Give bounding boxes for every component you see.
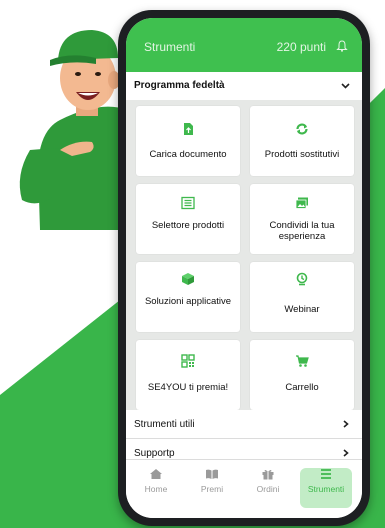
tile-label: Soluzioni applicative: [144, 296, 232, 307]
program-select-value: Programma fedeltà: [134, 80, 225, 91]
chevron-right-icon: [343, 449, 349, 457]
refresh-icon: [296, 123, 308, 135]
tile-soluzioni-applicative[interactable]: Soluzioni applicative: [136, 262, 240, 332]
tile-label: Webinar: [284, 304, 320, 315]
tile-label: Carrello: [285, 382, 319, 393]
tile-carica-documento[interactable]: Carica documento: [136, 106, 240, 176]
tile-condividi-esperienza[interactable]: Condividi la tua esperienza: [250, 184, 354, 254]
nav-label: Strumenti: [307, 484, 345, 494]
phone-frame: Strumenti 220 punti Programma fedeltà Ca…: [118, 10, 370, 526]
tile-label: Prodotti sostitutivi: [264, 149, 340, 160]
book-icon: [206, 469, 218, 479]
nav-premi[interactable]: Premi: [188, 468, 236, 508]
row-strumenti-utili[interactable]: Strumenti utili: [126, 410, 362, 439]
cart-icon: [296, 355, 309, 367]
nav-label: Ordini: [256, 484, 280, 494]
bottom-nav: Home Premi Ordini Strumenti: [126, 459, 362, 518]
gift-icon: [262, 469, 274, 480]
webinar-icon: [296, 272, 308, 286]
chevron-right-icon: [343, 420, 349, 428]
program-select[interactable]: Programma fedeltà: [126, 72, 362, 101]
tile-label: SE4YOU ti premia!: [147, 382, 229, 393]
home-icon: [150, 469, 162, 479]
points-badge[interactable]: 220 punti: [277, 40, 326, 54]
tile-webinar[interactable]: Webinar: [250, 262, 354, 332]
app-header: Strumenti 220 punti: [126, 18, 362, 72]
row-label: Strumenti utili: [134, 419, 195, 430]
phone-screen: Strumenti 220 punti Programma fedeltà Ca…: [126, 18, 362, 518]
nav-ordini[interactable]: Ordini: [244, 468, 292, 508]
tools-grid: Carica documento Prodotti sostitutivi Se…: [126, 100, 362, 410]
nav-label: Home: [144, 484, 168, 494]
tile-carrello[interactable]: Carrello: [250, 340, 354, 410]
gallery-icon: [295, 197, 308, 209]
nav-home[interactable]: Home: [132, 468, 180, 508]
row-label: Supportp: [134, 448, 175, 459]
page-title: Strumenti: [144, 40, 196, 54]
nav-strumenti[interactable]: Strumenti: [300, 468, 352, 508]
tile-selettore-prodotti[interactable]: Selettore prodotti: [136, 184, 240, 254]
nav-label: Premi: [200, 484, 224, 494]
tile-se4you-ti-premia[interactable]: SE4YOU ti premia!: [136, 340, 240, 410]
tile-label: Carica documento: [149, 149, 227, 160]
menu-icon: [321, 469, 331, 479]
tile-label: Selettore prodotti: [151, 220, 225, 231]
chevron-down-icon: [341, 83, 350, 89]
cube-icon: [182, 273, 194, 285]
bell-icon[interactable]: [336, 40, 348, 52]
tile-prodotti-sostitutivi[interactable]: Prodotti sostitutivi: [250, 106, 354, 176]
qr-code-icon: [181, 354, 195, 368]
document-upload-icon: [184, 123, 193, 135]
list-icon: [181, 196, 195, 210]
tile-label: Condividi la tua esperienza: [269, 220, 335, 242]
